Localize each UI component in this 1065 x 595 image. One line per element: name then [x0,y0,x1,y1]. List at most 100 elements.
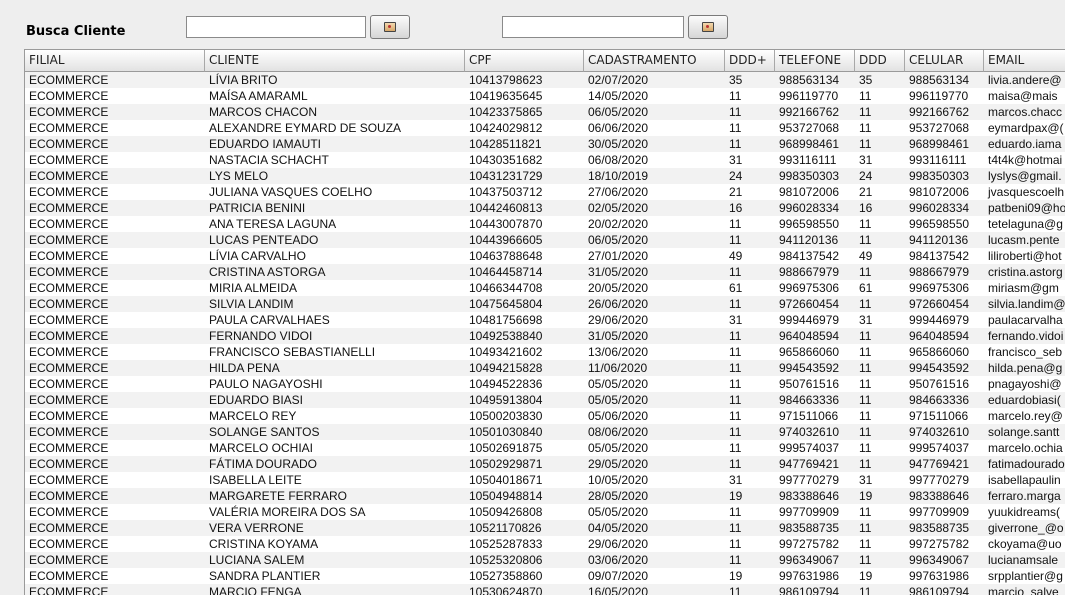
table-cell: 11 [729,393,742,407]
table-cell: 984663336 [909,393,970,407]
table-cell: silvia.landim@ [988,297,1065,311]
table-cell: 997631986 [909,569,970,583]
table-row[interactable]: ECOMMERCE ALEXANDRE EYMARD DE SOUZA 104240… [25,120,1065,136]
table-cell: solange.santt [988,425,1060,439]
table-cell: 24 [729,169,743,183]
column-header-filial[interactable]: FILIAL [25,50,205,72]
table-cell: paulacarvalha [988,313,1063,327]
table-row[interactable]: ECOMMERCE LÍVIA CARVALHO 10463788648 27/01/… [25,248,1065,264]
table-cell: 997709909 [909,505,970,519]
table-row[interactable]: ECOMMERCE MARCELO REY 10500203830 05/06/202… [25,408,1065,424]
table-cell: LUCIANA SALEM [209,553,305,567]
table-cell: 11 [859,457,872,471]
column-header-celular[interactable]: CELULAR [905,50,984,72]
column-header-ddd[interactable]: DDD [855,50,905,72]
table-cell: isabellapaulin [988,473,1061,487]
table-cell: 11 [729,233,742,247]
table-cell: 941120136 [909,233,969,247]
table-cell: ECOMMERCE [29,329,109,343]
table-cell: ECOMMERCE [29,585,109,595]
table-row[interactable]: ECOMMERCE VERA VERRONE 10521170826 04/05/20… [25,520,1065,536]
table-cell: ECOMMERCE [29,297,109,311]
table-cell: eymardpax@( [988,121,1064,135]
table-row[interactable]: ECOMMERCE JULIANA VASQUES COELHO 104375037… [25,184,1065,200]
table-row[interactable]: ECOMMERCE MIRIA ALMEIDA 10466344708 20/05/2… [25,280,1065,296]
table-row[interactable]: ECOMMERCE EDUARDO IAMAUTI 10428511821 30/05… [25,136,1065,152]
table-cell: 10437503712 [469,185,543,199]
table-cell: t4t4k@hotmai [988,153,1063,167]
column-header-telefone[interactable]: TELEFONE [775,50,855,72]
picture-icon [702,22,714,32]
table-row[interactable]: ECOMMERCE EDUARDO BIASI 10495913804 05/05/2… [25,392,1065,408]
table-cell: 10504018671 [469,473,543,487]
table-row[interactable]: ECOMMERCE MARCIO FENGA 10530624870 16/05/20… [25,584,1065,595]
table-cell: 997709909 [779,505,840,519]
table-row[interactable]: ECOMMERCE LYS MELO 10431231729 18/10/2019 24… [25,168,1065,184]
search-input-primary[interactable] [186,16,366,38]
column-header-email[interactable]: EMAIL [984,50,1065,72]
search-input-secondary[interactable] [502,16,684,38]
table-cell: 993116111 [779,153,837,167]
table-cell: FRANCISCO SEBASTIANELLI [209,345,376,359]
table-row[interactable]: ECOMMERCE SOLANGE SANTOS 10501030840 08/06/… [25,424,1065,440]
table-row[interactable]: ECOMMERCE MARCOS CHACON 10423375865 06/05/2… [25,104,1065,120]
table-row[interactable]: ECOMMERCE PAULO NAGAYOSHI 10494522836 05/05… [25,376,1065,392]
table-row[interactable]: ECOMMERCE ANA TERESA LAGUNA 10443007870 20/… [25,216,1065,232]
table-row[interactable]: ECOMMERCE PAULA CARVALHAES 10481756698 29/0… [25,312,1065,328]
table-row[interactable]: ECOMMERCE FERNANDO VIDOI 10492538840 31/05/… [25,328,1065,344]
table-row[interactable]: ECOMMERCE CRISTINA ASTORGA 10464458714 31/0… [25,264,1065,280]
table-row[interactable]: ECOMMERCE SANDRA PLANTIER 10527358860 09/07… [25,568,1065,584]
table-cell: MARCELO REY [209,409,297,423]
table-cell: 31 [859,313,873,327]
table-row[interactable]: ECOMMERCE LUCAS PENTEADO 10443966605 06/05/… [25,232,1065,248]
table-cell: 30/05/2020 [588,137,649,151]
table-cell: 02/05/2020 [588,201,649,215]
table-row[interactable]: ECOMMERCE LUCIANA SALEM 10525320806 03/06/2… [25,552,1065,568]
table-row[interactable]: ECOMMERCE LÍVIA BRITO 10413798623 02/07/202… [25,72,1065,88]
table-cell: 19 [729,489,743,503]
table-cell: 999446979 [909,313,970,327]
table-row[interactable]: ECOMMERCE VALÉRIA MOREIRA DOS SA 105094268… [25,504,1065,520]
table-cell: ferraro.marga [988,489,1061,503]
table-cell: 998350303 [779,169,840,183]
table-cell: 11 [729,297,742,311]
column-header-cliente[interactable]: CLIENTE [205,50,465,72]
table-cell: jvasquescoelh [988,185,1065,199]
table-row[interactable]: ECOMMERCE NASTACIA SCHACHT 10430351682 06/0… [25,152,1065,168]
table-row[interactable]: ECOMMERCE PATRICIA BENINI 10442460813 02/05… [25,200,1065,216]
table-row[interactable]: ECOMMERCE HILDA PENA 10494215828 11/06/2020… [25,360,1065,376]
search-button-secondary[interactable] [688,15,728,39]
column-header-ddd[interactable]: DDD+ [725,50,775,72]
column-header-cpf[interactable]: CPF [465,50,584,72]
table-cell: 11 [859,361,872,375]
table-cell: EDUARDO IAMAUTI [209,137,322,151]
table-row[interactable]: ECOMMERCE SILVIA LANDIM 10475645804 26/06/2… [25,296,1065,312]
table-cell: 996349067 [779,553,840,567]
table-cell: 29/06/2020 [588,313,649,327]
search-button-primary[interactable] [370,15,410,39]
table-header: FILIAL CLIENTE CPF CADASTRAMENTO DDD+ TELEFON… [25,50,1065,72]
table-cell: 947769421 [779,457,840,471]
table-row[interactable]: ECOMMERCE MARGARETE FERRARO 10504948814 28/… [25,488,1065,504]
table-row[interactable]: ECOMMERCE FRANCISCO SEBASTIANELLI 10493421… [25,344,1065,360]
table-row[interactable]: ECOMMERCE MARCELO OCHIAI 10502691875 05/05/… [25,440,1065,456]
table-row[interactable]: ECOMMERCE FÁTIMA DOURADO 10502929871 29/05/… [25,456,1065,472]
table-cell: MAÍSA AMARAML [209,89,308,103]
column-header-cadastramento[interactable]: CADASTRAMENTO [584,50,725,72]
table-cell: ECOMMERCE [29,505,109,519]
table-cell: 950761516 [779,377,840,391]
table-row[interactable]: ECOMMERCE ISABELLA LEITE 10504018671 10/05/… [25,472,1065,488]
table-cell: 11 [859,89,872,103]
table-cell: ECOMMERCE [29,137,109,151]
table-cell: 10423375865 [469,105,543,119]
table-cell: 09/07/2020 [588,569,649,583]
table-cell: 11 [859,441,872,455]
table-cell: ECOMMERCE [29,473,109,487]
table-row[interactable]: ECOMMERCE MAÍSA AMARAML 10419635645 14/05/2… [25,88,1065,104]
table-cell: 941120136 [779,233,839,247]
table-cell: 993116111 [909,153,967,167]
table-cell: 968998461 [779,137,840,151]
table-cell: 11 [859,329,872,343]
table-row[interactable]: ECOMMERCE CRISTINA KOYAMA 10525287833 29/06… [25,536,1065,552]
table-cell: EDUARDO BIASI [209,393,304,407]
